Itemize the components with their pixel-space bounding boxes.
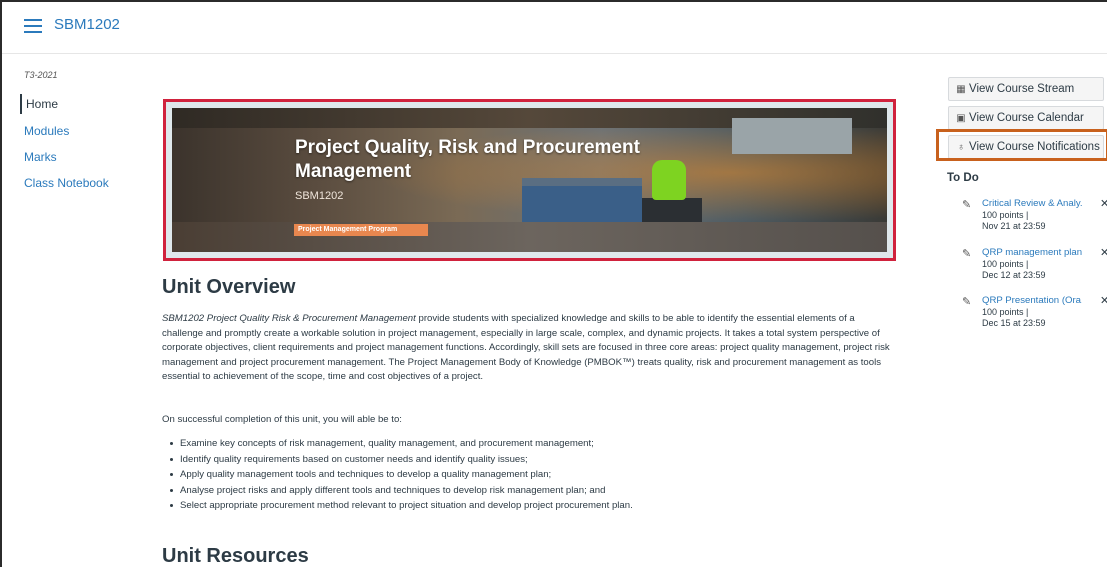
close-icon[interactable]: ✕ [1100, 294, 1107, 307]
assignment-icon: ✎ [962, 296, 972, 308]
outcomes-intro: On successful completion of this unit, y… [162, 414, 402, 425]
nav-item-modules[interactable]: Modules [24, 124, 69, 138]
assignment-icon: ✎ [962, 248, 972, 260]
notifications-highlight [936, 129, 1107, 161]
hamburger-menu-icon[interactable] [24, 19, 42, 33]
todo-meta: 100 points | Nov 21 at 23:59 [982, 210, 1092, 232]
app-window: SBM1202 T3-2021 Home Modules Marks Class… [0, 0, 1107, 567]
overview-unit-name: SBM1202 Project Quality Risk & Procureme… [162, 313, 416, 324]
course-banner: Project Quality, Risk and Procurement Ma… [163, 99, 896, 261]
view-course-calendar-label: View Course Calendar [969, 112, 1084, 124]
view-course-stream-button[interactable]: ▦ View Course Stream [948, 77, 1104, 101]
todo-link[interactable]: QRP Presentation (Ora... [982, 295, 1082, 306]
banner-image: Project Quality, Risk and Procurement Ma… [172, 108, 887, 252]
view-course-calendar-button[interactable]: ▣ View Course Calendar [948, 106, 1104, 130]
list-item: Apply quality management tools and techn… [170, 467, 890, 483]
unit-resources-heading: Unit Resources [162, 545, 309, 567]
stream-icon: ▦ [956, 84, 966, 95]
top-bar: SBM1202 [2, 2, 1107, 54]
nav-item-marks[interactable]: Marks [24, 150, 57, 164]
nav-item-home[interactable]: Home [20, 94, 58, 114]
learning-outcomes-list: Examine key concepts of risk management,… [170, 436, 890, 514]
todo-heading: To Do [947, 172, 979, 184]
todo-link[interactable]: Critical Review & Analy... [982, 198, 1082, 209]
course-title-link[interactable]: SBM1202 [54, 16, 120, 33]
banner-course-code: SBM1202 [295, 190, 344, 202]
todo-points: 100 points | [982, 259, 1029, 269]
banner-program-tag: Project Management Program [294, 224, 428, 236]
todo-due: Dec 15 at 23:59 [982, 318, 1046, 328]
todo-link[interactable]: QRP management plan... [982, 247, 1082, 258]
todo-due: Dec 12 at 23:59 [982, 270, 1046, 280]
calendar-icon: ▣ [956, 113, 966, 124]
todo-meta: 100 points | Dec 15 at 23:59 [982, 307, 1092, 329]
list-item: Select appropriate procurement method re… [170, 498, 890, 514]
term-label: T3-2021 [24, 70, 58, 80]
list-item: Identify quality requirements based on c… [170, 452, 890, 468]
nav-item-class-notebook[interactable]: Class Notebook [24, 176, 109, 190]
close-icon[interactable]: ✕ [1100, 197, 1107, 210]
list-item: Examine key concepts of risk management,… [170, 436, 890, 452]
banner-title: Project Quality, Risk and Procurement Ma… [295, 137, 640, 182]
todo-due: Nov 21 at 23:59 [982, 221, 1046, 231]
close-icon[interactable]: ✕ [1100, 246, 1107, 259]
todo-points: 100 points | [982, 307, 1029, 317]
unit-overview-heading: Unit Overview [162, 276, 296, 298]
todo-meta: 100 points | Dec 12 at 23:59 [982, 259, 1092, 281]
list-item: Analyse project risks and apply differen… [170, 483, 890, 499]
assignment-icon: ✎ [962, 199, 972, 211]
overview-paragraph: SBM1202 Project Quality Risk & Procureme… [162, 312, 892, 385]
view-course-stream-label: View Course Stream [969, 83, 1075, 95]
todo-points: 100 points | [982, 210, 1029, 220]
